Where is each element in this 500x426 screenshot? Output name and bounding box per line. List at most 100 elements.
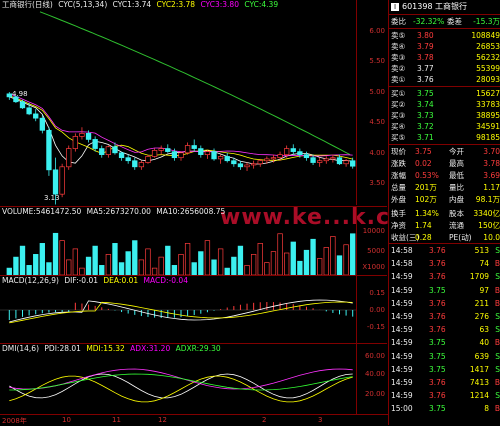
date-label: 10 xyxy=(62,416,71,424)
price-plot xyxy=(6,11,356,205)
volume-bar xyxy=(72,248,79,275)
volume-bar xyxy=(79,267,85,275)
candle-body xyxy=(72,136,79,149)
volume-tick: 10000 xyxy=(362,227,385,235)
candle-body xyxy=(264,158,270,162)
volume-bar xyxy=(303,249,310,275)
tick-row: 14:59 3.76 1709 S xyxy=(391,272,500,282)
candle-body xyxy=(270,157,277,160)
volume-plot xyxy=(6,232,356,275)
bid-level: 买③ 3.73 38895 xyxy=(391,111,500,120)
tick-row: 14:58 3.76 74 B xyxy=(391,259,500,269)
tick-row: 14:59 3.76 276 S xyxy=(391,312,500,321)
stat-row: 外盘 102万 内盘 98.1万 xyxy=(391,195,500,204)
candle-body xyxy=(132,160,138,168)
candle-body xyxy=(151,150,158,157)
volume-chart[interactable]: VOLUME:5461472.50 MA5:2673270.00 MA10:26… xyxy=(0,206,387,275)
volume-bar xyxy=(112,243,118,275)
volume-bar xyxy=(283,252,290,275)
candle-body xyxy=(211,151,217,160)
volume-bar xyxy=(224,267,230,275)
candle-body xyxy=(191,145,197,149)
volume-bar xyxy=(85,256,92,275)
tick-row: 14:59 3.75 40 B xyxy=(391,338,500,348)
dmi-adxr-line xyxy=(9,373,353,391)
volume-bar xyxy=(59,240,65,275)
macd-chart[interactable]: MACD(12,26,9) DIF:-0.01 DEA:0.01 MACD:-0… xyxy=(0,275,387,343)
stat-row: 涨幅 0.53% 最低 3.69 xyxy=(391,171,500,180)
volume-bar xyxy=(198,251,204,275)
dmi-tick: 20.00 xyxy=(364,390,385,398)
volume-bar xyxy=(184,243,191,275)
volume-bar xyxy=(217,248,224,275)
volume-bar xyxy=(171,265,178,275)
low-annotation: 3.13 xyxy=(44,194,60,202)
candle-body xyxy=(33,113,39,119)
price-tick: 5.50 xyxy=(369,57,385,65)
date-label: 2 xyxy=(262,416,267,424)
volume-tick: 5000 xyxy=(367,247,385,255)
candle-body xyxy=(277,154,283,159)
volume-bar xyxy=(330,236,336,275)
volume-y-axis: 10000 5000 X1000 xyxy=(356,207,387,275)
candle-body xyxy=(244,164,250,168)
candle-body xyxy=(297,151,303,155)
price-tick: 5.00 xyxy=(369,88,385,96)
bid-level: 买② 3.74 33783 xyxy=(391,100,500,109)
weibi-row: 委比 -32.32% 委差 -15.3万 xyxy=(391,17,500,26)
tick-row: 14:59 3.75 97 B xyxy=(391,285,500,295)
price-tick: 6.00 xyxy=(369,27,385,35)
bid-level: 买⑤ 3.71 98185 xyxy=(391,133,500,142)
candle-body xyxy=(237,163,244,168)
candle-body xyxy=(336,157,343,165)
candle-body xyxy=(125,157,131,162)
candle-body xyxy=(118,152,125,159)
price-tick: 4.00 xyxy=(369,149,385,157)
ask-level: 卖③ 3.78 56232 xyxy=(391,53,500,62)
stat-row: 收益(三) 0.28 PE(动) 10.0 xyxy=(391,233,500,242)
volume-bar xyxy=(105,254,112,275)
candle-body xyxy=(112,146,118,154)
macd-y-axis: 0.15 0.00 -0.15 xyxy=(356,276,387,343)
volume-bar xyxy=(138,259,145,275)
volume-bar xyxy=(336,255,343,275)
candle-body xyxy=(323,158,329,162)
bid-level: 买① 3.75 15627 xyxy=(391,89,500,98)
volume-bar xyxy=(290,241,296,275)
stock-code: 601398 xyxy=(402,2,433,11)
volume-bar xyxy=(145,248,151,275)
volume-bar xyxy=(118,262,125,275)
candle-body xyxy=(66,148,72,168)
candle-body xyxy=(184,145,191,154)
volume-bar xyxy=(204,240,211,275)
price-chart[interactable]: 工商银行(日线) CYC(5,13,34) CYC1:3.74 CYC2:3.7… xyxy=(0,0,406,230)
tick-row: 14:59 3.75 1417 S xyxy=(391,364,500,374)
volume-bar xyxy=(158,256,164,275)
stat-row: 涨跌 0.02 最高 3.78 xyxy=(391,159,500,168)
tick-row: 14:59 3.76 211 B xyxy=(391,298,500,308)
candle-body xyxy=(59,166,65,195)
quote-panel: Ⅰ 601398 工商银行 委比 -32.32% 委差 -15.3万 卖⑤ 3.8… xyxy=(388,0,500,425)
volume-bar xyxy=(211,259,217,275)
volume-bar xyxy=(250,254,257,275)
candle-body xyxy=(79,133,85,137)
ask-level: 卖⑤ 3.80 108849 xyxy=(391,31,500,40)
volume-bar xyxy=(99,265,105,275)
dmi-plot xyxy=(9,368,353,403)
stat-row: 总量 201万 量比 1.17 xyxy=(391,183,500,192)
ask-level: 卖② 3.77 55399 xyxy=(391,64,500,73)
volume-bar xyxy=(165,245,171,275)
candle-body xyxy=(52,169,59,195)
stat-row: 现价 3.75 今开 3.70 xyxy=(391,147,500,156)
dmi-chart[interactable]: DMI(14,6) PDI:28.01 MDI:15.32 ADX:31.20 … xyxy=(0,343,387,414)
volume-bar xyxy=(310,238,316,275)
macd-plot xyxy=(0,299,356,324)
tick-row: 14:59 3.76 1214 S xyxy=(391,391,500,401)
date-label: 12 xyxy=(158,416,167,424)
volume-bar xyxy=(46,262,52,275)
candle-body xyxy=(145,156,151,163)
volume-bar xyxy=(317,258,323,275)
volume-bar xyxy=(132,240,138,275)
candle-body xyxy=(343,160,349,165)
macd-tick: 0.00 xyxy=(369,306,385,314)
